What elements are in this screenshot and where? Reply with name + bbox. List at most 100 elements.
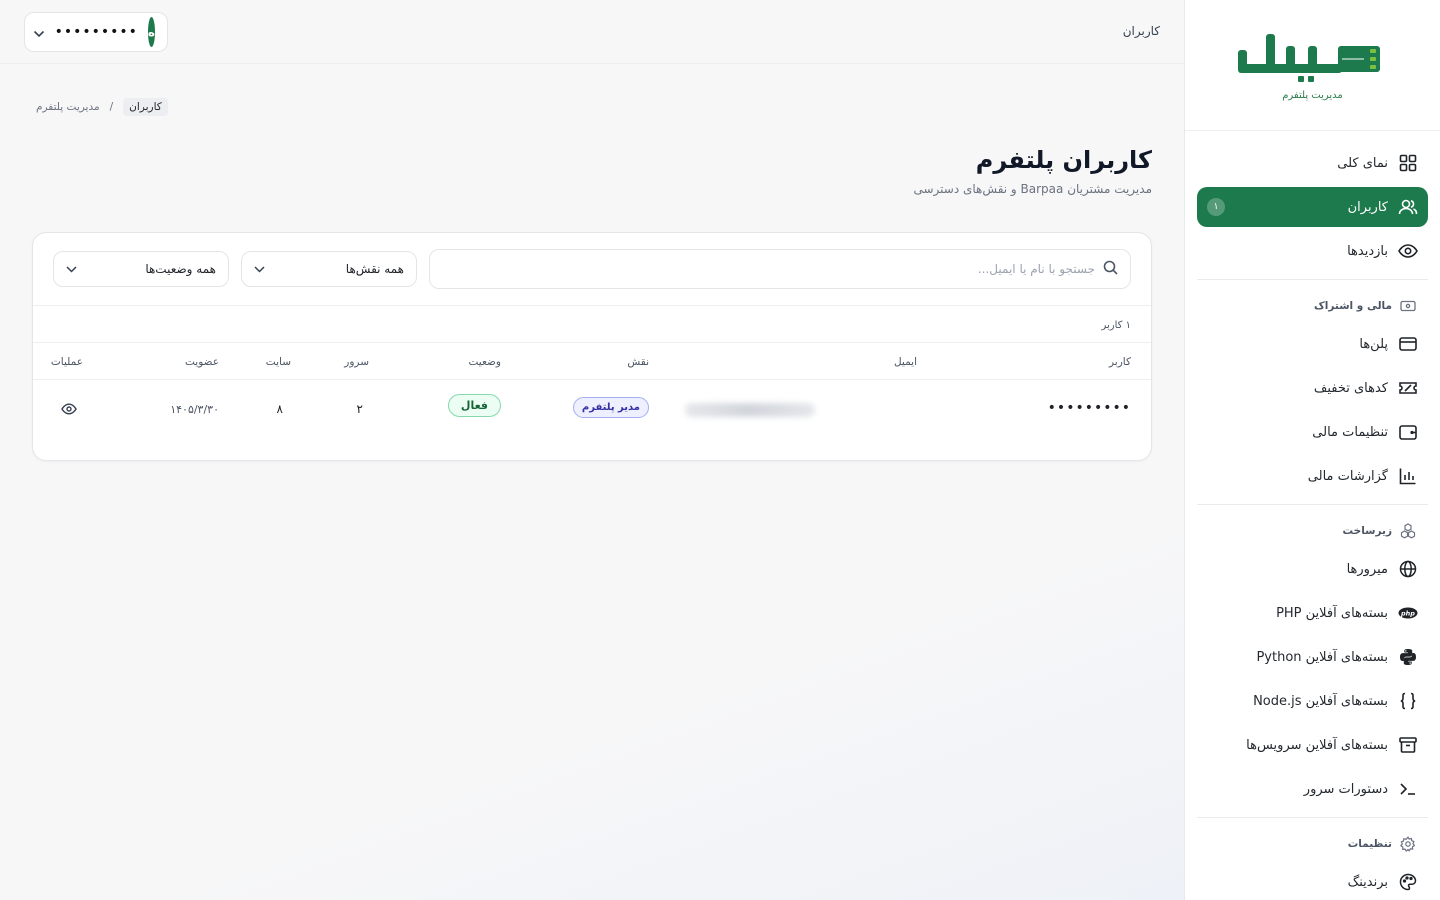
- results-count-text: ۱ کاربر: [1101, 320, 1132, 331]
- main-content: کاربران / مدیریت پلتفرم کاربران پلتفرم م…: [0, 64, 1184, 900]
- sidebar-item-visits[interactable]: بازدیدها: [1197, 231, 1428, 271]
- breadcrumb-current: کاربران: [123, 98, 168, 116]
- grid-icon: [1398, 153, 1418, 173]
- sidebar-item-users[interactable]: کاربران ۱: [1197, 187, 1428, 227]
- topbar: کاربران ه •••••••••: [0, 0, 1184, 64]
- gear-icon: [1400, 836, 1416, 852]
- col-email: ایمیل: [893, 356, 917, 368]
- sidebar-divider: [1197, 817, 1428, 818]
- sidebar-divider: [1197, 504, 1428, 505]
- sidebar-item-label: نمای کلی: [1337, 155, 1388, 171]
- sidebar-item-label: بسته‌های آفلاین سرویس‌ها: [1246, 737, 1388, 753]
- section-finance-title: مالی و اشتراک: [1314, 300, 1392, 312]
- topbar-title: کاربران: [1122, 24, 1160, 38]
- col-site: سایت: [265, 356, 291, 368]
- sidebar-item-finance-settings[interactable]: تنظیمات مالی: [1197, 412, 1428, 452]
- svg-text:php: php: [1400, 609, 1415, 617]
- view-user-button[interactable]: [61, 403, 77, 418]
- bar-chart-icon: [1398, 466, 1418, 486]
- filters-bar: جستجو با نام یا ایمیل... همه نقش‌ها همه …: [33, 233, 1151, 306]
- php-icon: php: [1398, 603, 1418, 623]
- sidebar-item-finance-reports[interactable]: گزارشات مالی: [1197, 456, 1428, 496]
- sidebar-item-branding[interactable]: برندینگ: [1197, 862, 1428, 900]
- search-icon: [1103, 260, 1118, 279]
- server-count-cell: ۲: [356, 402, 363, 416]
- sidebar-item-server-commands[interactable]: دستورات سرور: [1197, 769, 1428, 809]
- breadcrumb-separator: /: [109, 101, 114, 113]
- search-input[interactable]: جستجو با نام یا ایمیل...: [429, 249, 1131, 289]
- status-badge: فعال: [447, 394, 501, 417]
- page-title: کاربران پلتفرم: [975, 146, 1152, 174]
- role-cell: مدیر پلتفرم: [572, 397, 649, 418]
- sidebar-item-service-packages[interactable]: بسته‌های آفلاین سرویس‌ها: [1197, 725, 1428, 765]
- search-placeholder: جستجو با نام یا ایمیل...: [977, 262, 1095, 276]
- sidebar-item-label: کاربران: [1347, 199, 1388, 215]
- globe-icon: [1398, 559, 1418, 579]
- archive-icon: [1398, 735, 1418, 755]
- sidebar: مدیریت پلتفرم نمای کلی کاربران ۱ بازدیده…: [1184, 0, 1440, 900]
- sidebar-item-label: میرورها: [1346, 561, 1388, 577]
- sidebar-item-label: دستورات سرور: [1303, 781, 1388, 797]
- ticket-icon: [1398, 378, 1418, 398]
- sidebar-nav: نمای کلی کاربران ۱ بازدیدها مالی و اشترا…: [1185, 131, 1440, 900]
- col-membership: عضویت: [184, 356, 219, 368]
- site-count-cell: ۸: [276, 402, 283, 416]
- sidebar-item-overview[interactable]: نمای کلی: [1197, 143, 1428, 183]
- palette-icon: [1398, 872, 1418, 892]
- section-finance: مالی و اشتراک: [1197, 288, 1428, 324]
- page-subtitle: مدیریت مشتریان Barpaa و نقش‌های دسترسی: [913, 182, 1153, 196]
- sidebar-item-label: بسته‌های آفلاین Node.js: [1253, 693, 1388, 709]
- sidebar-item-label: پلن‌ها: [1359, 336, 1388, 352]
- users-count-badge: ۱: [1207, 198, 1225, 216]
- python-icon: [1398, 647, 1418, 667]
- chevron-down-icon: [254, 262, 265, 276]
- cubes-icon: [1400, 523, 1416, 539]
- eye-icon: [61, 403, 77, 418]
- money-icon: [1400, 298, 1416, 314]
- logo-area: مدیریت پلتفرم: [1185, 0, 1440, 131]
- sidebar-item-php-packages[interactable]: php بسته‌های آفلاین PHP: [1197, 593, 1428, 633]
- col-actions: عملیات: [50, 356, 83, 368]
- table-row[interactable]: ••••••••• مدیر پلتفرم فعال ۲ ۸ ۱۴۰۵/۳/۳۰: [33, 380, 1151, 440]
- users-card: جستجو با نام یا ایمیل... همه نقش‌ها همه …: [32, 232, 1152, 461]
- col-status: وضعیت: [468, 356, 501, 368]
- table-header: کاربر ایمیل نقش وضعیت سرور سایت عضویت عم…: [33, 343, 1151, 380]
- user-menu-button[interactable]: ه •••••••••: [24, 12, 168, 52]
- card-icon: [1398, 334, 1418, 354]
- status-filter-value: همه وضعیت‌ها: [145, 262, 216, 276]
- user-name-cell: •••••••••: [1047, 400, 1131, 416]
- role-badge: مدیر پلتفرم: [572, 397, 649, 418]
- section-settings: تنظیمات: [1197, 826, 1428, 862]
- status-filter-select[interactable]: همه وضعیت‌ها: [53, 251, 229, 287]
- results-count: ۱ کاربر: [33, 306, 1151, 343]
- user-name: •••••••••: [54, 24, 138, 40]
- sidebar-item-node-packages[interactable]: بسته‌های آفلاین Node.js: [1197, 681, 1428, 721]
- section-settings-title: تنظیمات: [1347, 838, 1392, 850]
- sidebar-item-python-packages[interactable]: بسته‌های آفلاین Python: [1197, 637, 1428, 677]
- roles-filter-select[interactable]: همه نقش‌ها: [241, 251, 417, 287]
- eye-icon: [1398, 241, 1418, 261]
- col-user: کاربر: [1109, 356, 1131, 368]
- chevron-down-icon: [66, 262, 77, 276]
- sidebar-item-discounts[interactable]: کدهای تخفیف: [1197, 368, 1428, 408]
- sidebar-item-label: بازدیدها: [1347, 243, 1388, 259]
- breadcrumb: کاربران / مدیریت پلتفرم: [36, 98, 168, 116]
- brand-tagline: مدیریت پلتفرم: [1282, 89, 1343, 101]
- avatar: ه: [147, 17, 155, 47]
- sidebar-item-label: برندینگ: [1347, 874, 1388, 890]
- section-infra: زیرساخت: [1197, 513, 1428, 549]
- roles-filter-value: همه نقش‌ها: [345, 262, 404, 276]
- terminal-icon: [1398, 779, 1418, 799]
- breadcrumb-root[interactable]: مدیریت پلتفرم: [36, 101, 100, 113]
- status-cell: فعال: [447, 394, 501, 417]
- sidebar-item-plans[interactable]: پلن‌ها: [1197, 324, 1428, 364]
- col-server: سرور: [344, 356, 369, 368]
- sidebar-divider: [1197, 279, 1428, 280]
- sidebar-item-mirrors[interactable]: میرورها: [1197, 549, 1428, 589]
- brand-logo: [1237, 33, 1380, 82]
- sidebar-item-label: کدهای تخفیف: [1313, 380, 1388, 396]
- email-cell-blurred: [685, 403, 815, 417]
- users-icon: [1398, 197, 1418, 217]
- wallet-icon: [1398, 422, 1418, 442]
- chevron-down-icon: [33, 23, 45, 42]
